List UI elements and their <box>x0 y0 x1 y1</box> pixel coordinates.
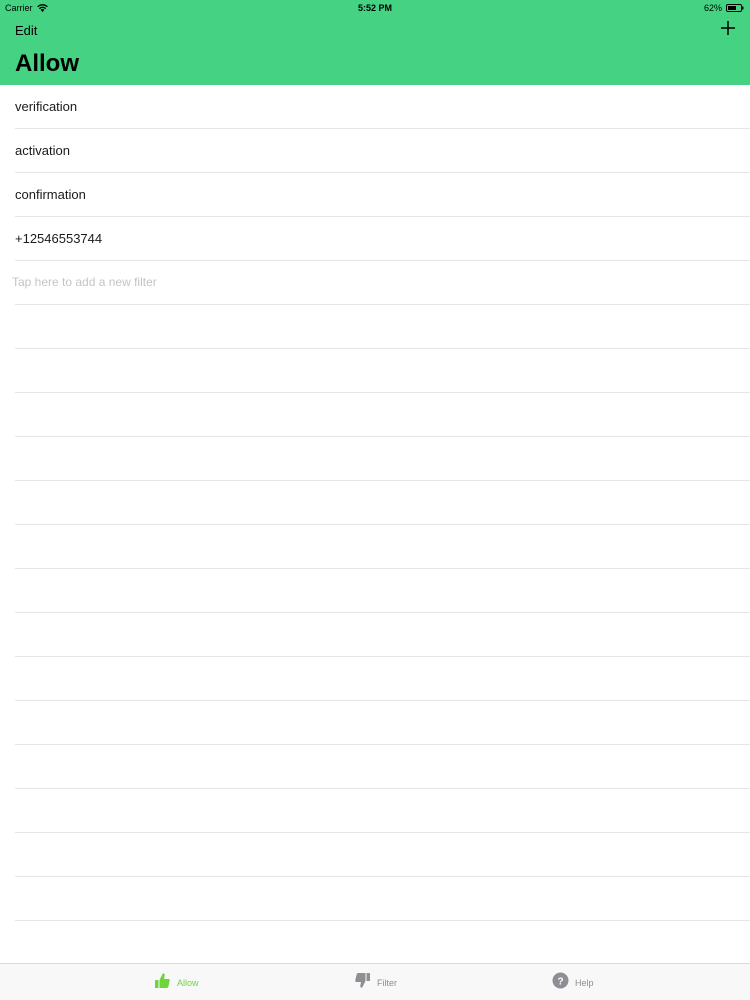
battery-icon <box>726 4 744 12</box>
empty-row <box>15 437 750 481</box>
status-right: 62% <box>704 3 744 13</box>
empty-row <box>15 745 750 789</box>
empty-row <box>15 349 750 393</box>
svg-text:?: ? <box>557 976 563 987</box>
list-item[interactable]: verification <box>15 85 750 129</box>
navigation-header: Carrier 5:52 PM 62% Edit Allow <box>0 0 750 85</box>
plus-icon[interactable] <box>720 20 736 36</box>
question-icon: ? <box>552 972 569 994</box>
empty-row <box>15 305 750 349</box>
empty-row <box>15 525 750 569</box>
filter-list: verification activation confirmation +12… <box>0 85 750 921</box>
empty-row <box>15 833 750 877</box>
thumbs-up-icon <box>154 972 171 994</box>
empty-row <box>15 877 750 921</box>
tab-allow-label: Allow <box>177 977 199 988</box>
empty-row <box>15 789 750 833</box>
filter-label: activation <box>15 143 70 158</box>
list-item[interactable]: confirmation <box>15 173 750 217</box>
empty-row <box>15 393 750 437</box>
add-filter-placeholder: Tap here to add a new filter <box>12 275 157 289</box>
empty-row <box>15 657 750 701</box>
tab-bar: Allow Filter ? Help <box>0 963 750 1000</box>
tab-allow[interactable]: Allow <box>154 964 199 1000</box>
tab-help-label: Help <box>575 977 594 988</box>
page-title: Allow <box>15 50 79 77</box>
filter-label: +12546553744 <box>15 231 103 246</box>
list-item[interactable]: +12546553744 <box>15 217 750 261</box>
battery-percentage: 62% <box>703 3 722 13</box>
empty-row <box>15 481 750 525</box>
add-filter-row[interactable]: Tap here to add a new filter <box>12 261 750 305</box>
thumbs-down-icon <box>354 972 371 994</box>
empty-row <box>15 613 750 657</box>
tab-help[interactable]: ? Help <box>552 964 594 1000</box>
empty-row <box>15 701 750 745</box>
list-item[interactable]: activation <box>15 129 750 173</box>
edit-button[interactable]: Edit <box>15 23 37 38</box>
status-bar: Carrier 5:52 PM 62% <box>0 0 750 16</box>
filter-label: confirmation <box>15 187 86 202</box>
empty-row <box>15 569 750 613</box>
tab-filter[interactable]: Filter <box>354 964 397 1000</box>
tab-filter-label: Filter <box>377 977 397 988</box>
filter-label: verification <box>15 99 78 114</box>
app-screen: Carrier 5:52 PM 62% Edit Allow verificat… <box>0 0 750 1000</box>
status-time: 5:52 PM <box>357 3 392 13</box>
